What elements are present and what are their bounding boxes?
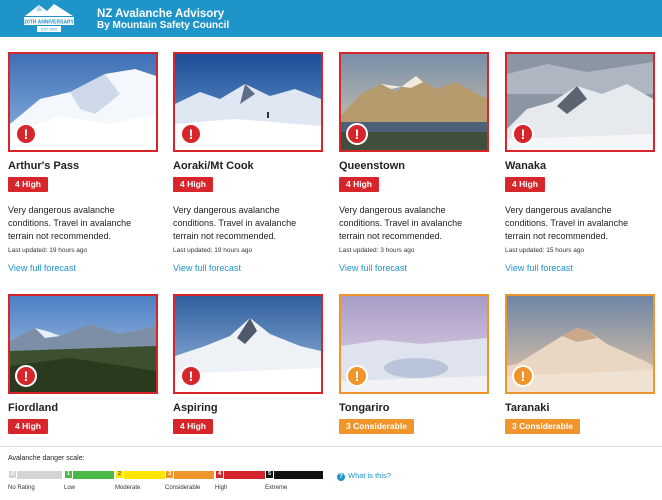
region-name[interactable]: Wanaka [505, 160, 546, 172]
danger-level-badge: 4 High [173, 419, 213, 434]
nzaa-logo[interactable]: 20TH ANNIVERSARY EST 2000 [21, 2, 77, 34]
logo-anniversary-text: 20TH ANNIVERSARY [24, 20, 74, 26]
warning-icon: ! [15, 123, 37, 145]
scale-label: Considerable [165, 485, 201, 491]
scale-label: Moderate [115, 485, 141, 491]
warning-icon: ! [180, 365, 202, 387]
brand-line2: By Mountain Safety Council [97, 20, 230, 31]
scale-number: 5 [265, 470, 274, 479]
danger-description: Very dangerous avalanche conditions. Tra… [8, 205, 132, 241]
view-forecast-link[interactable]: View full forecast [8, 263, 76, 273]
scale-label: High [215, 485, 228, 491]
scale-divider [0, 446, 662, 447]
last-updated: Last updated: 19 hours ago [8, 247, 88, 254]
warning-icon: ! [512, 123, 534, 145]
scale-number: 0 [8, 470, 17, 479]
scale-label: Low [64, 485, 76, 491]
danger-level-badge: 4 High [8, 177, 48, 192]
scale-segment-2: 2 [115, 470, 165, 479]
last-updated: Last updated: 3 hours ago [339, 247, 415, 254]
region-name[interactable]: Arthur's Pass [8, 160, 79, 172]
danger-description: Very dangerous avalanche conditions. Tra… [339, 205, 463, 241]
view-forecast-link[interactable]: View full forecast [505, 263, 573, 273]
warning-icon: ! [15, 365, 37, 387]
scale-segment-4: 4 [215, 470, 265, 479]
scale-number: 4 [215, 470, 224, 479]
scale-label: No Rating [8, 485, 35, 491]
region-name[interactable]: Fiordland [8, 402, 58, 414]
region-name[interactable]: Tongariro [339, 402, 390, 414]
region-name[interactable]: Aspiring [173, 402, 218, 414]
scale-segment-5: 5 [265, 470, 323, 479]
scale-segment-3: 3 [165, 470, 214, 479]
what-is-this-label: What is this? [348, 471, 391, 480]
brand-title[interactable]: NZ Avalanche Advisory By Mountain Safety… [97, 8, 229, 32]
warning-icon: ! [346, 123, 368, 145]
danger-level-badge: 3 Considerable [339, 419, 414, 434]
danger-description: Very dangerous avalanche conditions. Tra… [505, 205, 629, 241]
scale-number: 1 [64, 470, 73, 479]
brand-line1: NZ Avalanche Advisory [97, 8, 225, 20]
danger-level-badge: 4 High [339, 177, 379, 192]
last-updated: Last updated: 19 hours ago [173, 247, 253, 254]
region-name[interactable]: Aoraki/Mt Cook [173, 160, 254, 172]
warning-icon: ! [512, 365, 534, 387]
danger-level-badge: 3 Considerable [505, 419, 580, 434]
warning-icon: ! [180, 123, 202, 145]
danger-description: Very dangerous avalanche conditions. Tra… [173, 205, 297, 241]
view-forecast-link[interactable]: View full forecast [339, 263, 407, 273]
danger-level-badge: 4 High [173, 177, 213, 192]
help-icon: ? [337, 473, 345, 481]
danger-level-badge: 4 High [8, 419, 48, 434]
view-forecast-link[interactable]: View full forecast [173, 263, 241, 273]
warning-icon: ! [346, 365, 368, 387]
scale-number: 2 [115, 470, 124, 479]
site-header: 20TH ANNIVERSARY EST 2000 NZ Avalanche A… [0, 0, 662, 37]
logo-est-text: EST 2000 [41, 28, 57, 32]
region-name[interactable]: Queenstown [339, 160, 405, 172]
scale-number: 3 [165, 470, 174, 479]
scale-segment-0: 0 [8, 470, 62, 479]
what-is-this-link[interactable]: ? What is this? [337, 471, 391, 481]
scale-label: Extreme [265, 485, 288, 491]
last-updated: Last updated: 15 hours ago [505, 247, 585, 254]
region-name[interactable]: Taranaki [505, 402, 549, 414]
danger-level-badge: 4 High [505, 177, 545, 192]
danger-scale-title: Avalanche danger scale: [8, 455, 85, 462]
scale-segment-1: 1 [64, 470, 114, 479]
